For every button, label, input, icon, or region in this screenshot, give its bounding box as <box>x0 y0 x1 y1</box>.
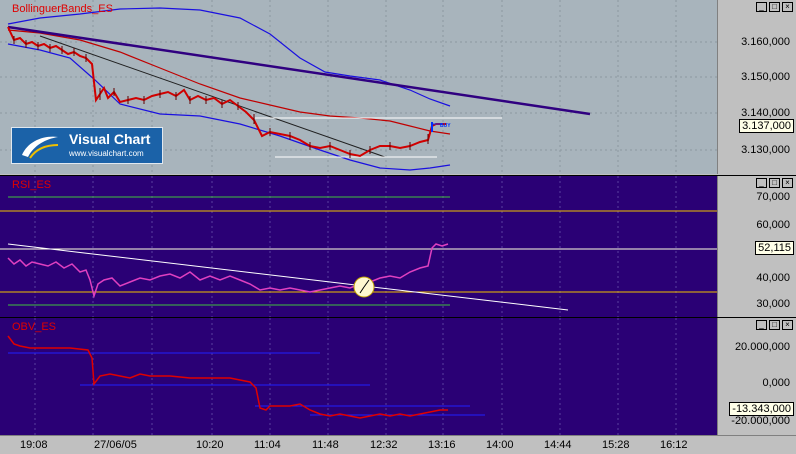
maximize-button[interactable]: □ <box>769 178 780 188</box>
time-axis-label: 15:28 <box>602 439 630 451</box>
visualchart-swoosh-icon <box>22 136 59 159</box>
time-axis-label: 16:12 <box>660 439 688 451</box>
price-axis-label: 3.140,000 <box>741 107 790 119</box>
rsi-chart <box>0 176 717 317</box>
time-axis-label: 14:00 <box>486 439 514 451</box>
close-button[interactable]: × <box>782 178 793 188</box>
price-axis-label: 3.130,000 <box>741 144 790 156</box>
time-axis-label: 11:48 <box>312 439 339 451</box>
obv-plot-area[interactable]: OBV_ES <box>0 318 717 435</box>
clock-icon[interactable] <box>353 276 375 298</box>
rsi-trend-line <box>7 243 569 311</box>
obv-axis-label: -20.000,000 <box>731 415 790 427</box>
obv-pane[interactable]: OBV_ES _ □ × 20.000,000 0,000 -20.000,00… <box>0 317 796 435</box>
obv-chart <box>7 318 677 435</box>
price-axis-label: 3.160,000 <box>741 36 790 48</box>
rsi-plot-area[interactable]: RSI_ES <box>0 176 717 317</box>
price-pane-title: BollinguerBands_ES <box>12 3 113 15</box>
rsi-pane[interactable]: RSI_ES _ □ × 70,000 60,000 40,000 30,000… <box>0 175 796 317</box>
obv-axis-label: 0,000 <box>762 377 790 389</box>
price-pane[interactable]: BollinguerBands_ES BUY Visual Chart www.… <box>0 0 796 174</box>
time-axis-label: 11:04 <box>254 439 281 451</box>
bollinger-upper-band <box>7 7 451 107</box>
time-axis-label: 14:44 <box>544 439 572 451</box>
visualchart-logo: Visual Chart www.visualchart.com <box>11 127 163 164</box>
obv-current-value: -13.343,000 <box>729 402 794 416</box>
time-axis[interactable]: 19:08 27/06/05 10:20 11:04 11:48 12:32 1… <box>0 435 796 454</box>
rsi-current-value: 52,115 <box>755 241 794 255</box>
price-value-axis[interactable]: _ □ × 3.160,000 3.150,000 3.140,000 3.13… <box>717 0 796 174</box>
price-current-value: 3.137,000 <box>739 119 794 133</box>
rsi-value-axis[interactable]: _ □ × 70,000 60,000 40,000 30,000 52,115 <box>717 176 796 317</box>
close-button[interactable]: × <box>782 320 793 330</box>
obv-value-axis[interactable]: _ □ × 20.000,000 0,000 -20.000,000 -13.3… <box>717 318 796 435</box>
rsi-axis-label: 60,000 <box>756 219 790 231</box>
rsi-pane-title: RSI_ES <box>12 179 52 191</box>
obv-level-lines <box>8 352 485 416</box>
close-button[interactable]: × <box>782 2 793 12</box>
time-axis-label: 19:08 <box>20 439 48 451</box>
minimize-button[interactable]: _ <box>756 178 767 188</box>
logo-url: www.visualchart.com <box>69 149 144 158</box>
maximize-button[interactable]: □ <box>769 2 780 12</box>
rsi-axis-label: 40,000 <box>756 272 790 284</box>
buy-signal-label: BUY <box>440 123 451 129</box>
price-axis-label: 3.150,000 <box>741 71 790 83</box>
obv-axis-label: 20.000,000 <box>734 341 790 353</box>
rsi-axis-label: 30,000 <box>756 298 790 310</box>
time-axis-label: 12:32 <box>370 439 398 451</box>
minimize-button[interactable]: _ <box>756 2 767 12</box>
time-axis-label: 13:16 <box>428 439 456 451</box>
obv-pane-title: OBV_ES <box>12 321 57 333</box>
time-axis-label: 10:20 <box>196 439 224 451</box>
maximize-button[interactable]: □ <box>769 320 780 330</box>
time-axis-label: 27/06/05 <box>94 439 137 451</box>
minimize-button[interactable]: _ <box>756 320 767 330</box>
logo-name: Visual Chart <box>69 131 151 147</box>
rsi-axis-label: 70,000 <box>756 191 790 203</box>
price-plot-area[interactable]: BollinguerBands_ES BUY Visual Chart www.… <box>0 0 717 174</box>
